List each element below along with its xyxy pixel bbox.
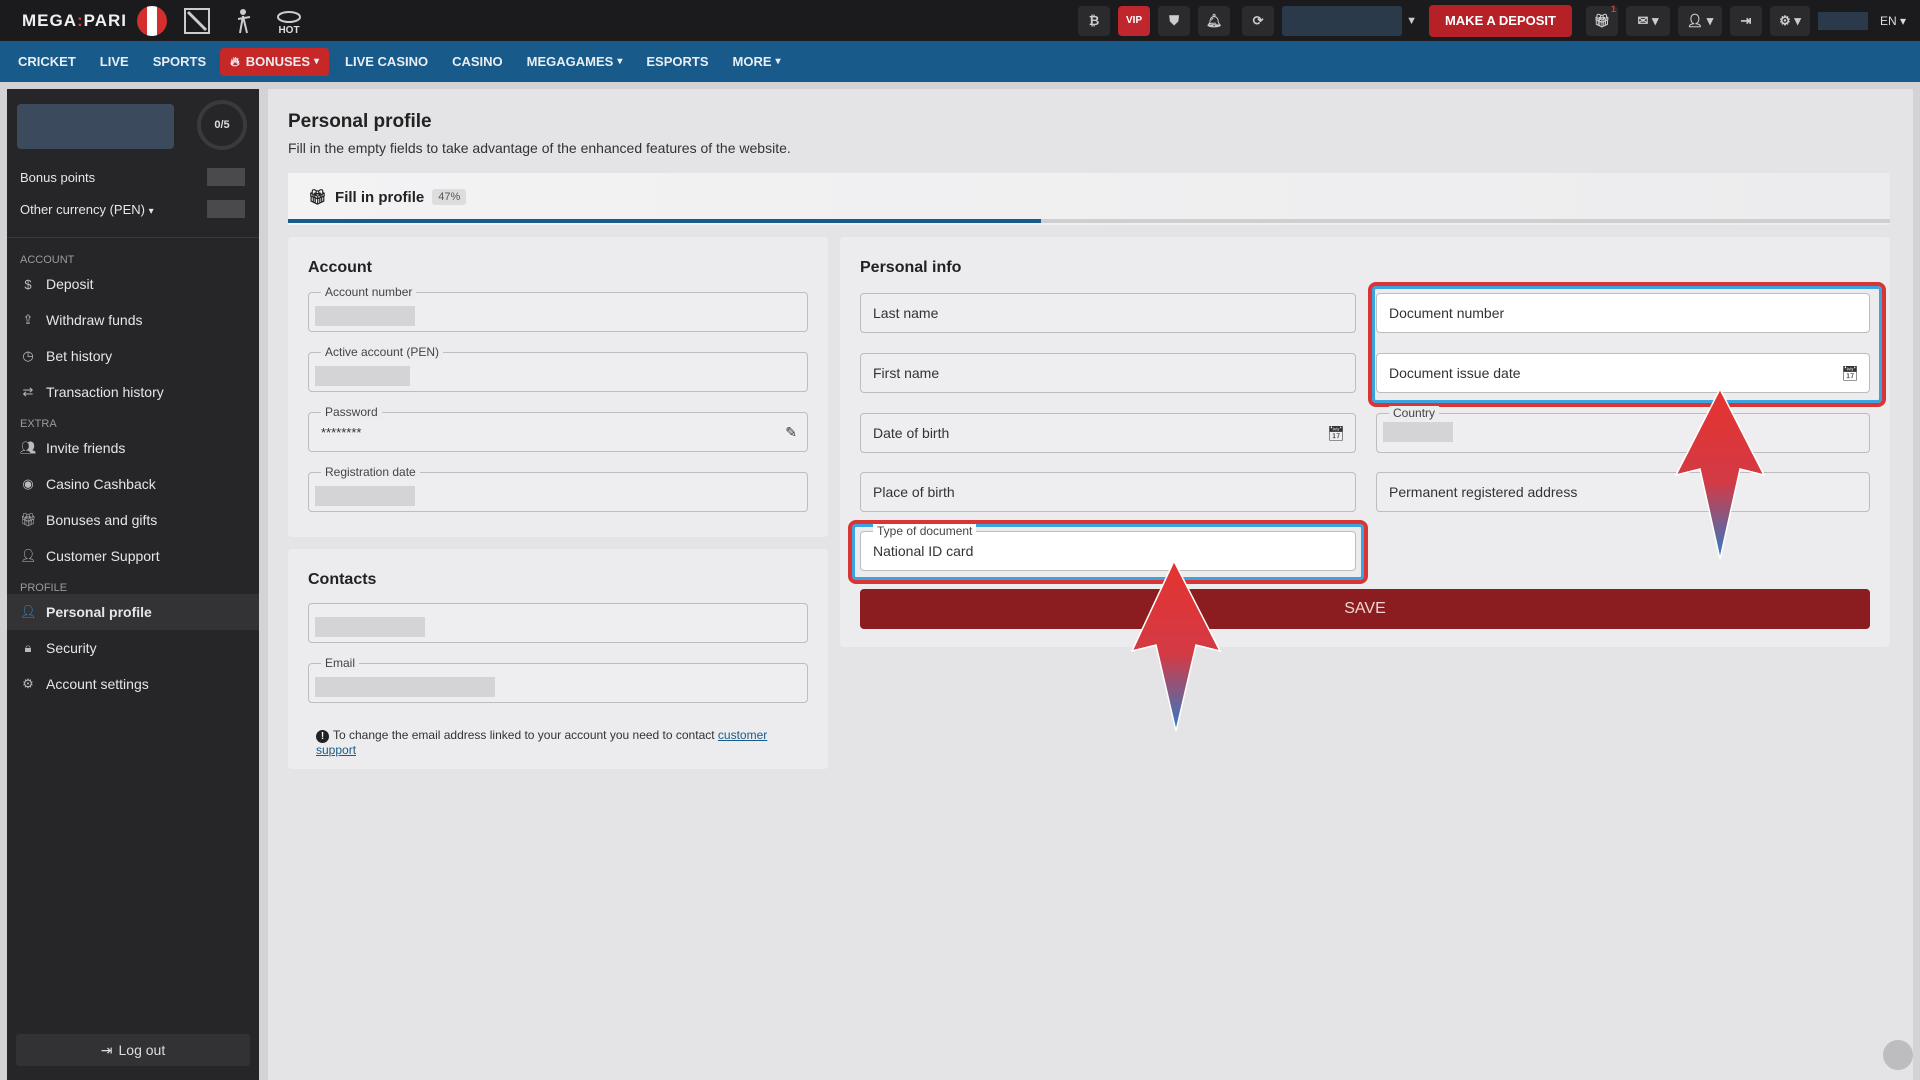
nav-live[interactable]: LIVE bbox=[100, 54, 129, 69]
chevron-down-icon: ▾ bbox=[314, 56, 320, 67]
hot-games-icon[interactable]: HOT bbox=[273, 5, 305, 37]
sidebar-item-invite-friends[interactable]: 👥︎ Invite friends bbox=[7, 430, 259, 466]
top-bar: MEGA:PARI HOT ₿ VIP ⛊ 🔔︎ ⟳ ▼ MAKE A DEPO… bbox=[0, 0, 1920, 41]
bitcoin-icon[interactable]: ₿ bbox=[1078, 5, 1111, 36]
cashback-icon: ◉ bbox=[22, 476, 34, 491]
logout-icon: ⇥ bbox=[100, 1041, 113, 1058]
transfer-arrows-icon: ⇄ bbox=[22, 384, 34, 399]
nav-cricket[interactable]: CRICKET bbox=[18, 54, 76, 69]
sidebar-item-transaction-history[interactable]: ⇄ Transaction history bbox=[7, 374, 259, 410]
sidebar-item-personal-profile[interactable]: 👤︎ Personal profile bbox=[7, 594, 259, 630]
vip-button[interactable]: VIP bbox=[1118, 5, 1151, 36]
profile-progress-ring: 0/5 bbox=[197, 100, 247, 150]
logo[interactable]: MEGA:PARI HOT bbox=[0, 0, 305, 41]
users-icon: 👥︎ bbox=[20, 440, 37, 455]
section-extra: EXTRA bbox=[20, 418, 57, 430]
divider bbox=[7, 237, 259, 238]
section-account: ACCOUNT bbox=[20, 254, 75, 266]
cricket-player-icon[interactable] bbox=[227, 5, 259, 37]
user-id-display[interactable] bbox=[1817, 11, 1868, 30]
bonus-points-row: Bonus points bbox=[7, 161, 259, 193]
sidebar-item-account-settings[interactable]: ⚙ Account settings bbox=[7, 666, 259, 702]
language-selector[interactable]: EN ▾ bbox=[1880, 14, 1906, 28]
gift-count-badge: 1 bbox=[1610, 3, 1616, 14]
lock-icon: 🔒︎ bbox=[24, 640, 32, 655]
gift-icon: 🎁︎ bbox=[20, 512, 37, 527]
main-content: Personal profile Fill in the empty field… bbox=[268, 89, 1913, 1080]
user-info-hidden bbox=[17, 104, 174, 149]
nav-bonuses[interactable]: 🔥︎ BONUSES ▾ bbox=[220, 47, 330, 76]
section-profile: PROFILE bbox=[20, 582, 68, 594]
dollar-icon: $ bbox=[24, 276, 32, 292]
chat-support-button[interactable] bbox=[1883, 1040, 1913, 1070]
shield-icon[interactable]: ⛊ bbox=[1158, 5, 1191, 36]
arrow-up-icon bbox=[1130, 559, 1222, 732]
refresh-icon[interactable]: ⟳ bbox=[1242, 5, 1275, 36]
settings-gear-icon[interactable]: ⚙ ▾ bbox=[1769, 5, 1810, 36]
sidebar-item-security[interactable]: 🔒︎ Security bbox=[7, 630, 259, 666]
nav-more[interactable]: MORE ▾ bbox=[733, 54, 781, 69]
gift-icon[interactable]: 🎁︎ 1 bbox=[1585, 3, 1618, 36]
nav-esports[interactable]: ESPORTS bbox=[646, 54, 708, 69]
logout-button[interactable]: ⇥ Log out bbox=[16, 1034, 250, 1066]
other-currency-value bbox=[207, 200, 245, 218]
annotation-arrows bbox=[1130, 387, 1766, 732]
nav-sports[interactable]: SPORTS bbox=[153, 54, 206, 69]
chevron-down-icon: ▾ bbox=[775, 56, 781, 67]
balance-dropdown-icon[interactable]: ▼ bbox=[1406, 15, 1417, 27]
sidebar-item-withdraw[interactable]: ⇪ Withdraw funds bbox=[7, 302, 259, 338]
other-currency-row[interactable]: Other currency (PEN) ▾ bbox=[7, 193, 259, 225]
nav-megagames[interactable]: MEGAGAMES ▾ bbox=[527, 54, 623, 69]
user-account-icon[interactable]: 👤︎ ▾ bbox=[1677, 5, 1722, 36]
main-nav: CRICKET LIVE SPORTS 🔥︎ BONUSES ▾ LIVE CASI… bbox=[0, 41, 1920, 82]
top-bar-right: ₿ VIP ⛊ 🔔︎ ⟳ ▼ MAKE A DEPOSIT 🎁︎ 1 ✉ ▾ 👤︎… bbox=[1078, 0, 1920, 41]
sidebar-item-bet-history[interactable]: ◷ Bet history bbox=[7, 338, 259, 374]
gear-icon: ⚙ bbox=[22, 676, 34, 691]
balance-display[interactable] bbox=[1282, 5, 1403, 36]
bonus-points-value bbox=[207, 168, 245, 186]
chevron-down-icon: ▾ bbox=[148, 205, 154, 217]
mail-icon[interactable]: ✉ ▾ bbox=[1625, 5, 1670, 36]
notification-bell-icon[interactable]: 🔔︎ bbox=[1198, 5, 1231, 36]
user-icon: 👤︎ bbox=[20, 604, 37, 619]
upload-icon: ⇪ bbox=[22, 312, 34, 327]
logo-text: MEGA:PARI bbox=[22, 10, 128, 30]
logout-icon[interactable]: ⇥ bbox=[1729, 5, 1762, 36]
sidebar-profile-card: 0/5 bbox=[7, 89, 259, 161]
sidebar-item-customer-support[interactable]: 👤︎ Customer Support bbox=[7, 538, 259, 574]
make-deposit-button[interactable]: MAKE A DEPOSIT bbox=[1428, 4, 1572, 37]
chevron-down-icon: ▾ bbox=[617, 56, 623, 67]
sidebar-item-deposit[interactable]: $ Deposit bbox=[7, 266, 259, 302]
svg-text:HOT: HOT bbox=[278, 25, 299, 36]
dota-icon[interactable] bbox=[181, 5, 213, 37]
sidebar-item-casino-cashback[interactable]: ◉ Casino Cashback bbox=[7, 466, 259, 502]
nav-live-casino[interactable]: LIVE CASINO bbox=[345, 54, 428, 69]
clock-icon: ◷ bbox=[22, 348, 34, 363]
arrow-up-icon bbox=[1674, 387, 1766, 560]
fire-icon: 🔥︎ bbox=[230, 53, 240, 69]
sidebar-item-bonuses-gifts[interactable]: 🎁︎ Bonuses and gifts bbox=[7, 502, 259, 538]
sidebar: 0/5 Bonus points Other currency (PEN) ▾ … bbox=[7, 89, 259, 1080]
peru-flag-icon[interactable] bbox=[137, 5, 168, 36]
support-agent-icon: 👤︎ bbox=[20, 548, 37, 563]
nav-casino[interactable]: CASINO bbox=[452, 54, 503, 69]
